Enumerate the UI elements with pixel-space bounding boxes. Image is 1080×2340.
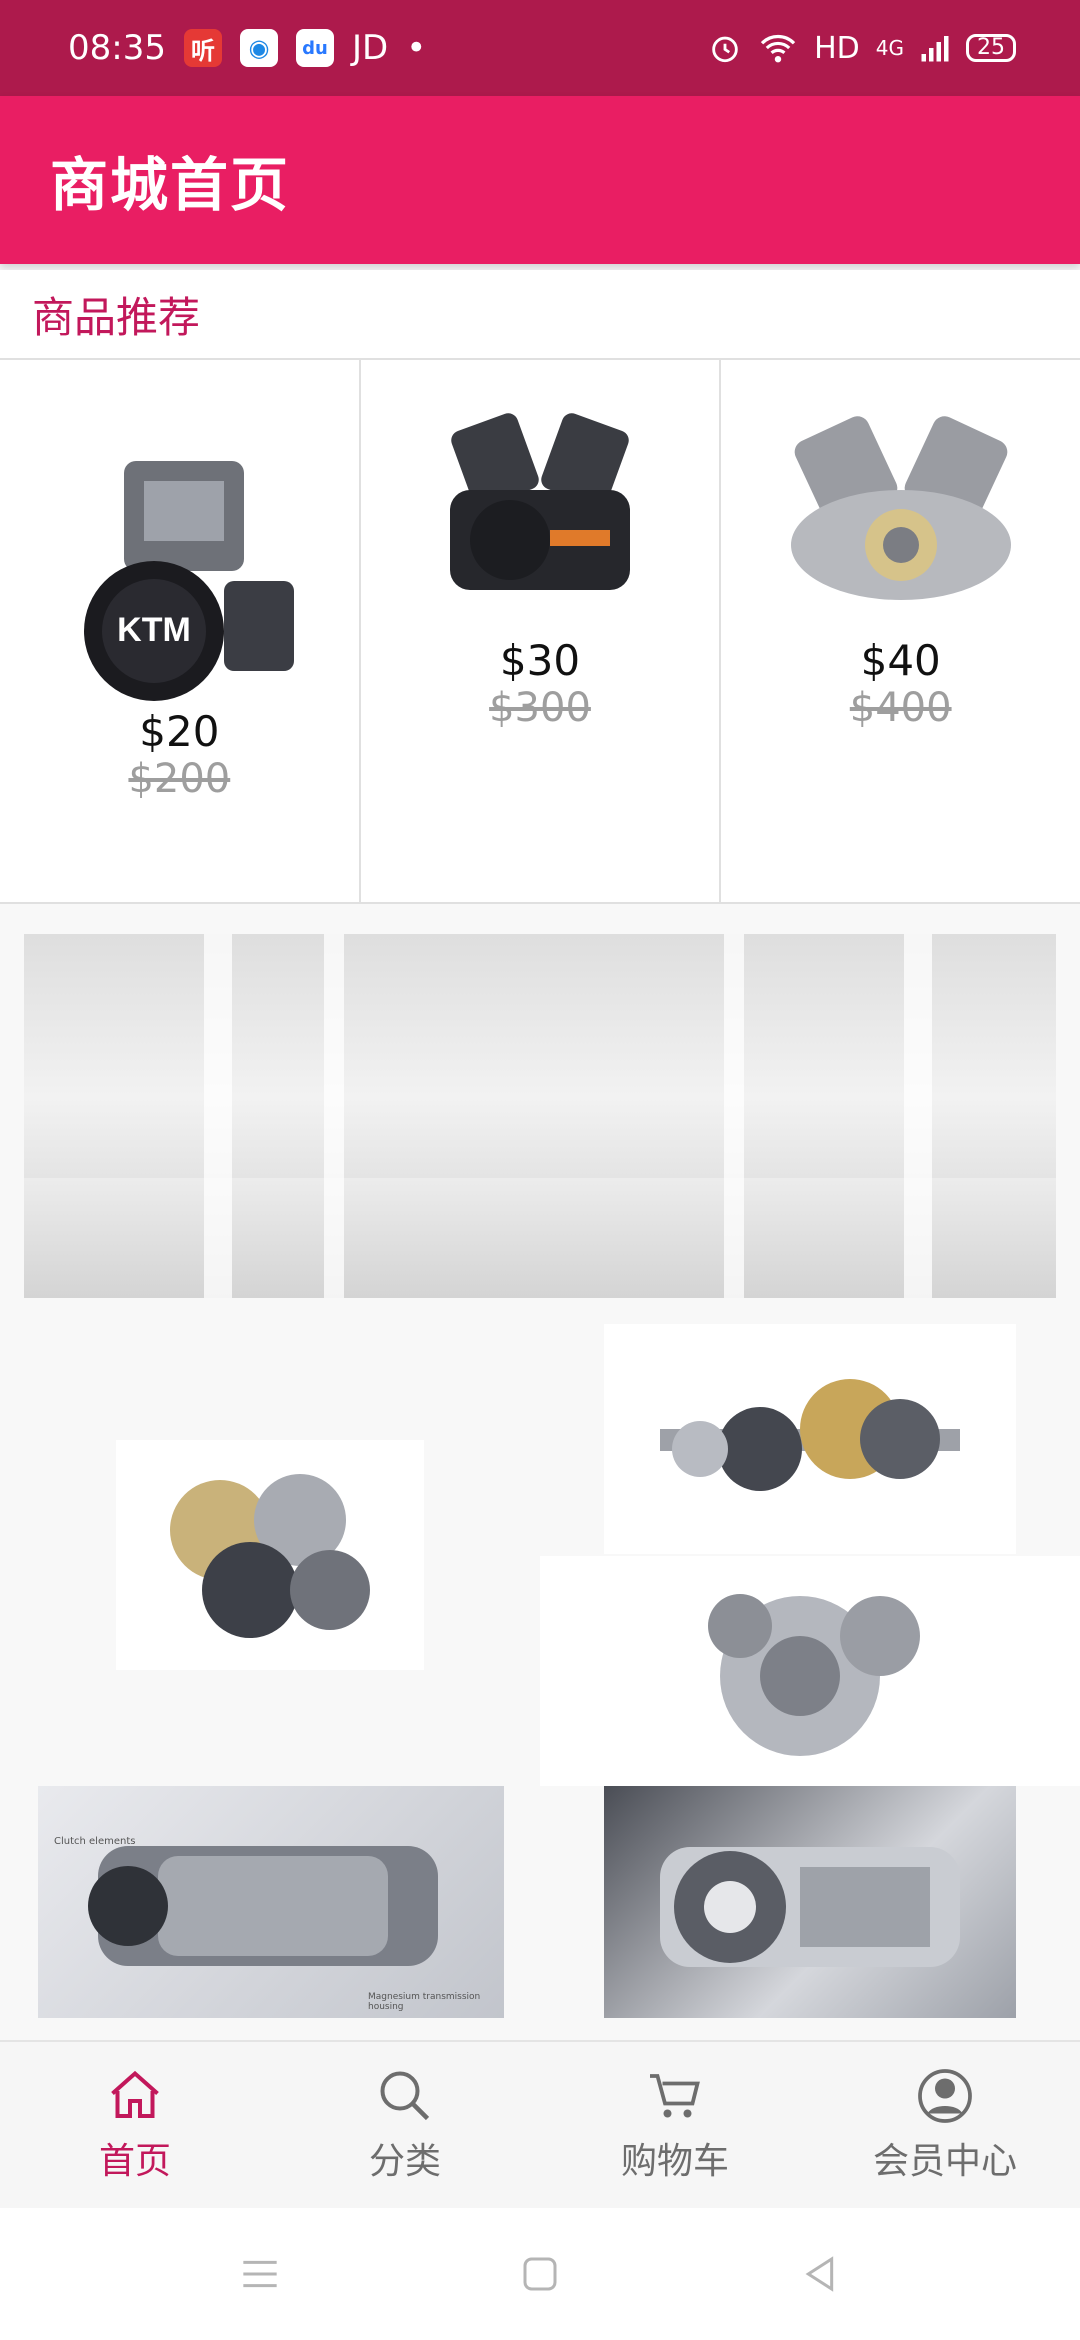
nav-label: 会员中心 (872, 2141, 1017, 2182)
banner-pillar (724, 934, 744, 1298)
cutaway-engine-image (756, 390, 1046, 630)
transmission-image-2[interactable] (604, 1786, 1016, 2018)
transmission-cutaway-image (660, 1847, 960, 1967)
banner-pillar (904, 934, 932, 1298)
banner-pillar (204, 934, 232, 1298)
menu-icon[interactable] (230, 2244, 290, 2304)
product-card[interactable]: KTM $20 $200 (0, 360, 361, 902)
gear-set-image (708, 1594, 920, 1756)
app-bar: 商城首页 (0, 96, 1080, 264)
notification-dot: • (406, 28, 427, 68)
nav-label: 分类 (368, 2141, 441, 2182)
gear-cluster-image (170, 1474, 370, 1638)
wifi-icon (760, 34, 796, 63)
baidu-app-icon: du (295, 29, 334, 67)
nav-label: 购物车 (620, 2141, 729, 2182)
browser-app-icon: ◉ (239, 29, 278, 67)
status-time: 08:35 (68, 28, 166, 68)
ting-app-icon: 听 (183, 29, 222, 67)
nav-label: 首页 (98, 2141, 171, 2182)
nav-member-center[interactable]: 会员中心 (810, 2042, 1080, 2208)
gearbox-image-2[interactable] (116, 1440, 424, 1670)
product-original-price: $300 (489, 685, 591, 731)
signal-type-label: 4G (875, 36, 904, 60)
jd-notification-label: JD (351, 28, 389, 68)
system-navigation-bar (0, 2208, 1080, 2340)
bottom-navigation: 首页 分类 购物车 会员中心 (0, 2040, 1080, 2208)
nav-category[interactable]: 分类 (270, 2042, 540, 2208)
gearbox-image-3[interactable] (540, 1556, 1080, 1786)
factory-floor-image[interactable] (24, 934, 1056, 1298)
battery-icon: 25 (966, 34, 1016, 62)
transmission-image-1[interactable]: Clutch elements Magnesium transmission h… (38, 1786, 504, 2018)
user-icon (918, 2069, 972, 2123)
search-icon (380, 2071, 430, 2121)
home-icon (111, 2070, 159, 2118)
banner-pillar (324, 934, 344, 1298)
product-original-price: $400 (849, 685, 952, 731)
status-bar: 08:35 听 ◉ du JD • HD 4G 25 (0, 0, 1080, 96)
nav-home[interactable]: 首页 (0, 2042, 270, 2208)
section-title: 商品推荐 (0, 270, 1080, 358)
product-card[interactable]: $40 $400 (721, 360, 1080, 902)
transmission-label: Magnesium transmission housing (368, 1992, 481, 2012)
gearbox-image-1[interactable] (604, 1324, 1016, 1554)
product-price: $40 (860, 636, 941, 685)
product-card[interactable]: $30 $300 (361, 360, 722, 902)
svg-text:KTM: KTM (118, 611, 192, 649)
v-twin-engine-image (395, 390, 685, 630)
alarm-icon (712, 36, 738, 63)
cart-icon (650, 2074, 700, 2118)
banner-floor (24, 1178, 1056, 1298)
product-price: $20 (139, 706, 220, 756)
transmission-label: Clutch elements (54, 1836, 136, 1847)
signal-icon (921, 36, 949, 62)
product-original-price: $200 (128, 755, 231, 802)
page-title: 商城首页 (50, 151, 291, 219)
product-price: $30 (499, 636, 581, 685)
network-hd-label: HD (814, 30, 860, 66)
gear-shaft-image (660, 1379, 960, 1491)
back-icon[interactable] (790, 2244, 850, 2304)
home-square-icon[interactable] (510, 2244, 570, 2304)
nav-cart[interactable]: 购物车 (540, 2042, 810, 2208)
transmission-labeled-image (88, 1846, 438, 1966)
ktm-engine-image: KTM (34, 460, 324, 701)
product-list: KTM $20 $200 $30 $300 $40 $400 (0, 358, 1080, 904)
